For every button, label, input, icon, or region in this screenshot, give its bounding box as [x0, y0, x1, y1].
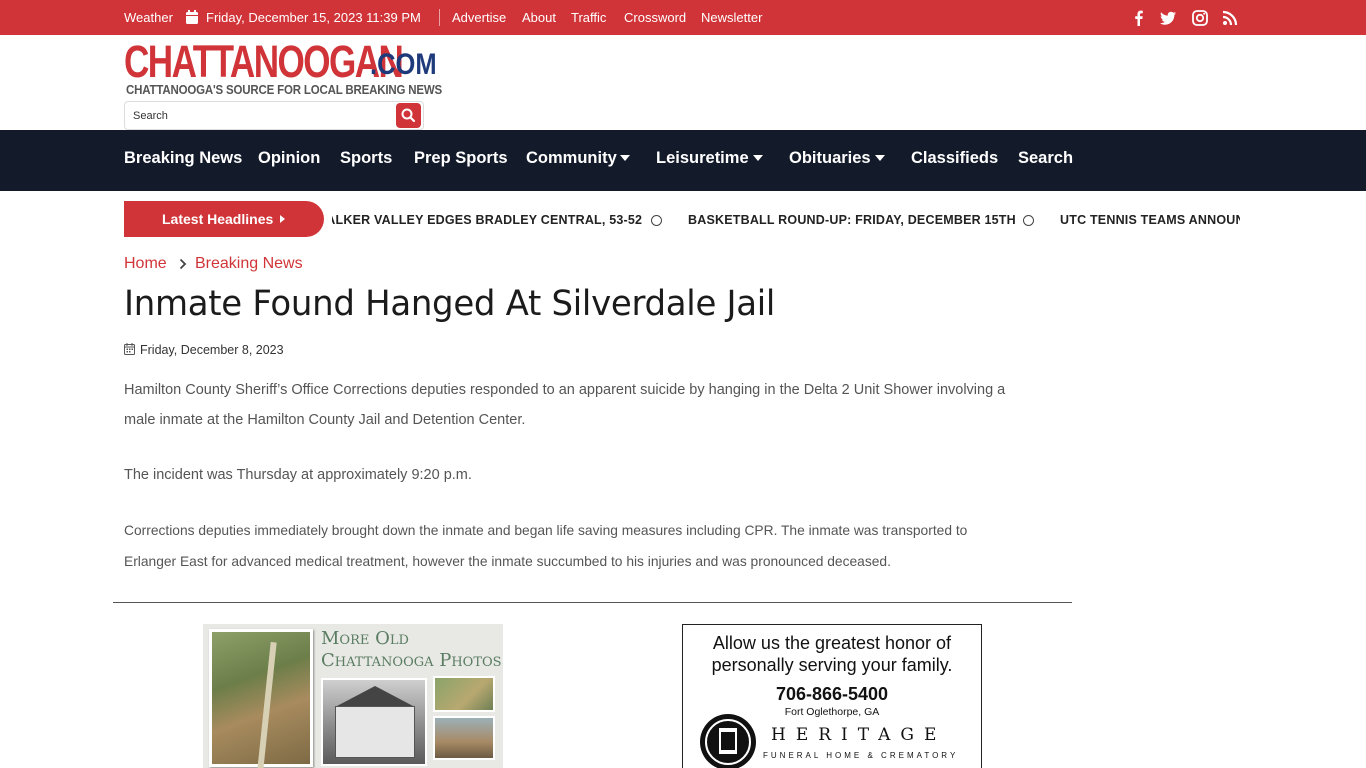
ad-brand-subname: FUNERAL HOME & CREMATORY	[763, 751, 959, 760]
ad-old-chattanooga-photos[interactable]: More Old Chattanooga Photos	[203, 624, 503, 768]
weather-link[interactable]: Weather	[124, 10, 173, 25]
article-paragraph: Hamilton County Sheriff’s Office Correct…	[124, 375, 1005, 435]
nav-community[interactable]: Community	[526, 149, 617, 168]
paragraph-line: The incident was Thursday at approximate…	[124, 467, 472, 483]
link-about[interactable]: About	[522, 10, 556, 25]
article-date: Friday, December 8, 2023	[140, 343, 284, 357]
link-advertise[interactable]: Advertise	[452, 10, 506, 25]
instagram-icon[interactable]	[1191, 9, 1209, 27]
logo-tagline: CHATTANOOGA'S SOURCE FOR LOCAL BREAKING …	[126, 83, 443, 97]
twitter-icon[interactable]	[1159, 9, 1177, 27]
ticker-headline[interactable]: WALKER VALLEY EDGES BRADLEY CENTRAL, 53-…	[332, 213, 642, 227]
divider	[439, 9, 440, 26]
nav-search[interactable]: Search	[1018, 149, 1073, 168]
ad-headline-line: More Old	[321, 628, 409, 649]
ad-headline: More Old Chattanooga Photos	[321, 628, 502, 672]
logo-main-text: CHATTANOOGAN	[124, 36, 404, 87]
ad-text-line: personally serving your family.	[711, 655, 953, 675]
ad-headline-line: Chattanooga Photos	[321, 650, 502, 671]
calendar-icon	[124, 343, 135, 355]
calendar-icon	[186, 10, 198, 24]
article-paragraph: The incident was Thursday at approximate…	[124, 460, 472, 490]
circle-icon	[1023, 215, 1034, 226]
nav-opinion[interactable]: Opinion	[258, 149, 320, 168]
content-divider	[113, 602, 1072, 603]
pillar-logo-icon	[700, 714, 756, 768]
chevron-right-icon	[280, 215, 285, 223]
paragraph-line: male inmate at the Hamilton County Jail …	[124, 412, 526, 428]
header-search	[124, 101, 424, 130]
ticker-headline[interactable]: UTC TENNIS TEAMS ANNOUNCE	[1060, 213, 1240, 227]
circle-icon	[651, 215, 662, 226]
nav-sports[interactable]: Sports	[340, 149, 392, 168]
site-logo[interactable]: CHATTANOOGAN .COM CHATTANOOGA'S SOURCE F…	[124, 36, 442, 98]
ad-text-line: Allow us the greatest honor of	[712, 633, 952, 653]
paragraph-line: Hamilton County Sheriff’s Office Correct…	[124, 382, 1006, 398]
ticker-headline[interactable]: BASKETBALL ROUND-UP: FRIDAY, DECEMBER 15…	[688, 213, 1016, 227]
ticker-label-text: Latest Headlines	[162, 211, 274, 227]
link-crossword[interactable]: Crossword	[624, 10, 686, 25]
chevron-down-icon[interactable]	[620, 155, 630, 161]
chevron-down-icon[interactable]	[875, 155, 885, 161]
vintage-house-photo	[321, 678, 427, 766]
search-button[interactable]	[396, 103, 421, 128]
vintage-photo-small	[433, 676, 495, 712]
main-nav: Breaking News Opinion Sports Prep Sports…	[0, 130, 1366, 191]
ad-phone: 706-866-5400	[775, 684, 889, 704]
rss-icon[interactable]	[1221, 9, 1239, 27]
paragraph-line: Erlanger East for advanced medical treat…	[124, 554, 891, 569]
link-traffic[interactable]: Traffic	[571, 10, 606, 25]
chevron-right-icon	[179, 258, 187, 270]
nav-leisuretime[interactable]: Leisuretime	[656, 149, 749, 168]
facebook-icon[interactable]	[1130, 9, 1148, 27]
nav-classifieds[interactable]: Classifieds	[911, 149, 998, 168]
ad-brand-name: HERITAGE	[771, 725, 947, 745]
vintage-photo	[209, 629, 313, 768]
current-datetime: Friday, December 15, 2023 11:39 PM	[206, 10, 421, 25]
paragraph-line: Corrections deputies immediately brought…	[124, 523, 968, 538]
breadcrumb-section[interactable]: Breaking News	[195, 255, 303, 273]
logo-dotcom-text: .COM	[370, 48, 437, 81]
latest-headlines-label[interactable]: Latest Headlines	[124, 201, 324, 237]
nav-breaking-news[interactable]: Breaking News	[124, 149, 242, 168]
headline-ticker: WALKER VALLEY EDGES BRADLEY CENTRAL, 53-…	[332, 201, 1240, 237]
ad-heritage-funeral-home[interactable]: Allow us the greatest honor of personall…	[682, 624, 982, 768]
top-bar: Weather Friday, December 15, 2023 11:39 …	[0, 0, 1366, 35]
link-newsletter[interactable]: Newsletter	[701, 10, 762, 25]
article-title: Inmate Found Hanged At Silverdale Jail	[124, 284, 776, 324]
article-paragraph: Corrections deputies immediately brought…	[124, 515, 967, 577]
search-icon	[401, 108, 416, 123]
search-input[interactable]	[133, 107, 393, 125]
breadcrumb-home[interactable]: Home	[124, 255, 167, 273]
vintage-photo-small	[433, 716, 495, 760]
chevron-down-icon[interactable]	[753, 155, 763, 161]
nav-prep-sports[interactable]: Prep Sports	[414, 149, 508, 168]
nav-obituaries[interactable]: Obituaries	[789, 149, 871, 168]
